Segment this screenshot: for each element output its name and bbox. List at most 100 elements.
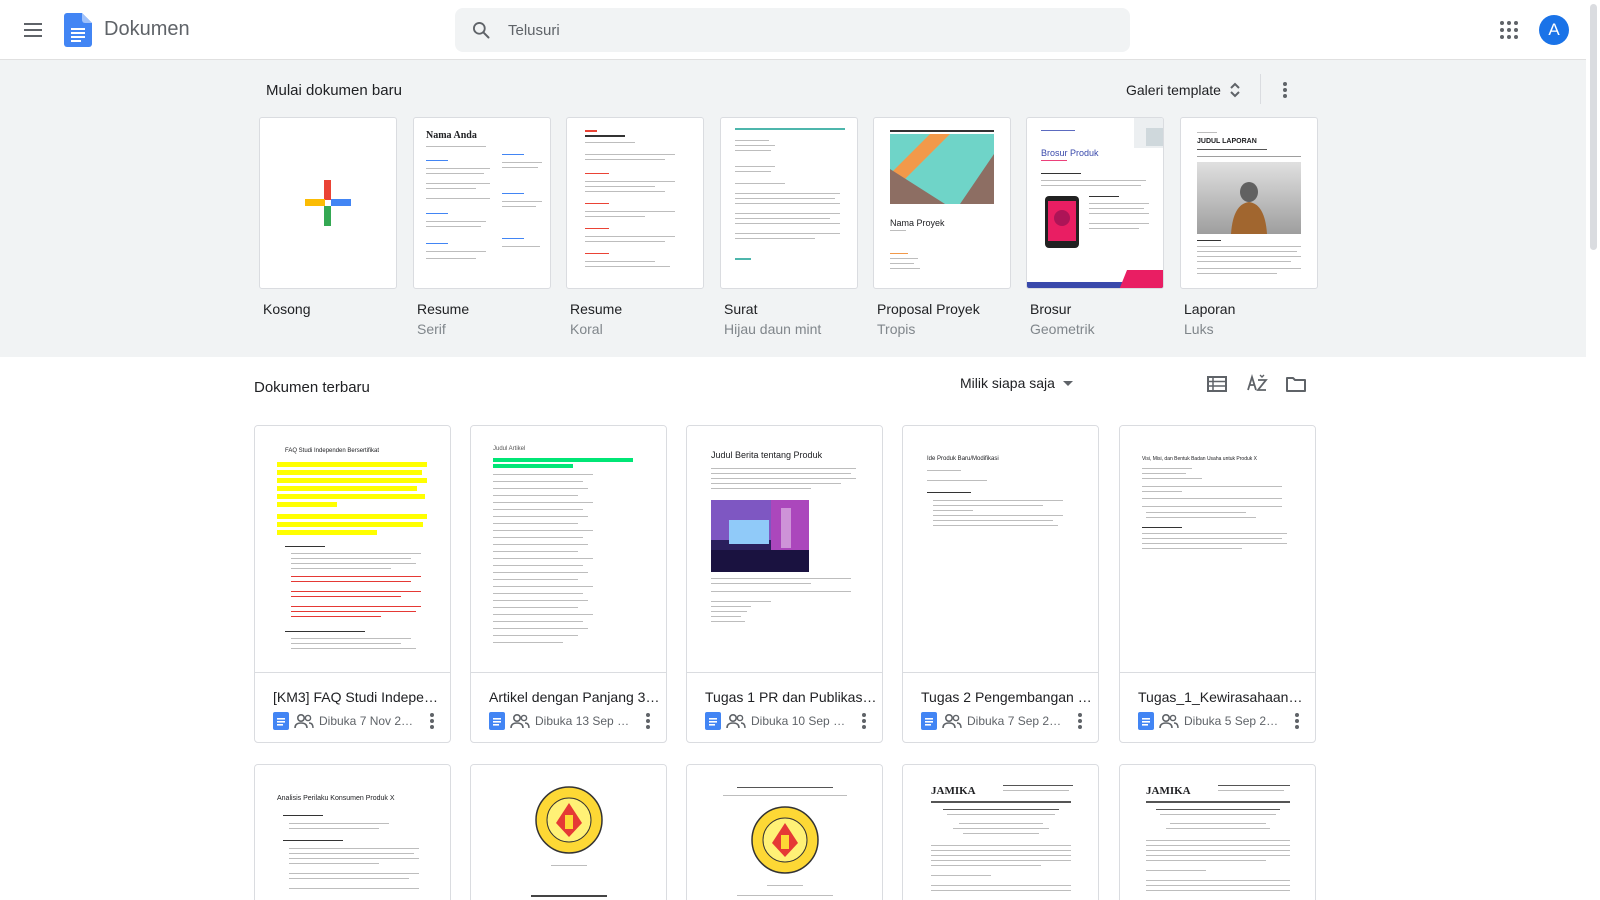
- template-gallery-button[interactable]: Galeri template: [1118, 74, 1249, 106]
- doc-preview-title: Analisis Perilaku Konsumen Produk X: [277, 795, 395, 802]
- scrollbar-thumb[interactable]: [1590, 4, 1597, 250]
- phone-image: [1045, 196, 1079, 248]
- search-input[interactable]: [508, 18, 1088, 42]
- doc-more-options-icon[interactable]: [1068, 709, 1092, 733]
- geometric-footer-graphic: [1027, 270, 1163, 288]
- template-preview-title: Nama Proyek: [890, 218, 945, 228]
- menu-icon[interactable]: [21, 18, 45, 42]
- template-subtitle: Serif: [417, 321, 446, 337]
- recent-doc-card[interactable]: Analisis Perilaku Konsumen Produk X: [254, 764, 451, 900]
- template-gallery-section: Mulai dokumen baru Galeri template Koson…: [0, 60, 1586, 357]
- recent-doc-card[interactable]: JAMIKA: [1119, 764, 1316, 900]
- template-thumbnail[interactable]: Nama Proyek: [873, 117, 1011, 289]
- doc-more-options-icon[interactable]: [420, 709, 444, 733]
- template-name: Surat: [724, 301, 758, 317]
- doc-thumbnail[interactable]: Analisis Perilaku Konsumen Produk X: [255, 765, 450, 900]
- doc-name[interactable]: Tugas 2 Pengembangan Produk: [921, 689, 1093, 705]
- plus-icon: [305, 180, 351, 226]
- tropical-cover-graphic: [890, 134, 994, 204]
- doc-opened-date: Dibuka 5 Sep 2022: [1184, 714, 1284, 728]
- folder-icon[interactable]: [1284, 372, 1308, 396]
- owner-filter-dropdown[interactable]: Milik siapa saja: [960, 375, 1073, 391]
- doc-thumbnail[interactable]: Judul Artikel: [471, 426, 666, 673]
- template-subtitle: Tropis: [877, 321, 916, 337]
- doc-more-options-icon[interactable]: [636, 709, 660, 733]
- doc-preview-title: FAQ Studi Independen Bersertifikat: [285, 448, 380, 454]
- template-thumbnail[interactable]: [566, 117, 704, 289]
- recent-doc-card[interactable]: JAMIKA: [902, 764, 1099, 900]
- template-thumbnail[interactable]: JUDUL LAPORAN: [1180, 117, 1318, 289]
- shared-people-icon: [942, 713, 962, 729]
- doc-preview-title: JAMIKA: [931, 785, 976, 797]
- template-name: Brosur: [1030, 301, 1072, 317]
- docs-file-icon: [705, 712, 721, 730]
- search-bar[interactable]: [455, 8, 1130, 52]
- recent-doc-card[interactable]: Judul Artikel Artikel dengan Panjang 300…: [470, 425, 667, 743]
- template-thumbnail[interactable]: Brosur Produk: [1026, 117, 1164, 289]
- template-preview-title: Nama Anda: [426, 130, 477, 141]
- template-more-options-icon[interactable]: [1273, 78, 1297, 102]
- template-subtitle: Koral: [570, 321, 603, 337]
- template-thumbnail[interactable]: [720, 117, 858, 289]
- doc-preview-title: Ide Produk Baru/Modifikasi: [927, 456, 999, 462]
- search-icon[interactable]: [471, 20, 491, 40]
- doc-thumbnail[interactable]: FAQ Studi Independen Bersertifikat: [255, 426, 450, 673]
- doc-name[interactable]: Artikel dengan Panjang 300 kata: [489, 689, 661, 705]
- template-preview-title: JUDUL LAPORAN: [1197, 138, 1257, 145]
- template-name: Resume: [417, 301, 470, 317]
- sort-az-icon[interactable]: [1245, 372, 1269, 396]
- divider: [1260, 74, 1261, 104]
- template-subtitle: Hijau daun mint: [724, 321, 822, 337]
- docs-file-icon: [273, 712, 289, 730]
- template-subtitle: Luks: [1184, 321, 1214, 337]
- template-gallery-label: Galeri template: [1126, 82, 1221, 98]
- owner-filter-label: Milik siapa saja: [960, 375, 1055, 391]
- doc-thumbnail[interactable]: Ide Produk Baru/Modifikasi: [903, 426, 1098, 673]
- app-title[interactable]: Dokumen: [104, 18, 190, 41]
- doc-thumbnail[interactable]: Visi, Misi, dan Bentuk Badan Usaha untuk…: [1120, 426, 1315, 673]
- report-photo: [1197, 162, 1301, 234]
- doc-meta: Dibuka 13 Sep 2022: [489, 711, 635, 731]
- docs-logo-icon[interactable]: [64, 13, 92, 47]
- recent-doc-card[interactable]: [686, 764, 883, 900]
- template-letter-mint[interactable]: Surat Hijau daun mint: [720, 117, 858, 337]
- doc-preview-title: Judul Artikel: [493, 446, 526, 452]
- template-thumbnail[interactable]: [259, 117, 397, 289]
- shared-people-icon: [510, 713, 530, 729]
- doc-name[interactable]: Tugas 1 PR dan Publikasi Produk: [705, 689, 877, 705]
- docs-file-icon: [489, 712, 505, 730]
- docs-file-icon: [921, 712, 937, 730]
- geometric-corner-graphic: [1134, 118, 1163, 148]
- apps-grid-icon[interactable]: [1499, 20, 1519, 40]
- doc-thumbnail[interactable]: JAMIKA: [903, 765, 1098, 900]
- doc-preview-title: Judul Berita tentang Produk: [711, 450, 823, 460]
- template-project-proposal[interactable]: Nama Proyek Proposal Proyek Tropis: [873, 117, 1011, 337]
- expand-collapse-icon: [1230, 82, 1240, 98]
- doc-opened-date: Dibuka 10 Sep 2022: [751, 714, 851, 728]
- recent-doc-card[interactable]: Ide Produk Baru/Modifikasi Tugas 2 Penge…: [902, 425, 1099, 743]
- account-avatar[interactable]: A: [1539, 15, 1569, 45]
- template-resume-serif[interactable]: Nama Anda Resume Serif: [413, 117, 551, 337]
- list-view-icon[interactable]: [1205, 372, 1229, 396]
- recent-doc-card[interactable]: Visi, Misi, dan Bentuk Badan Usaha untuk…: [1119, 425, 1316, 743]
- template-resume-coral[interactable]: Resume Koral: [566, 117, 704, 337]
- doc-thumbnail[interactable]: JAMIKA: [1120, 765, 1315, 900]
- doc-more-options-icon[interactable]: [852, 709, 876, 733]
- recent-doc-card[interactable]: [470, 764, 667, 900]
- doc-more-options-icon[interactable]: [1285, 709, 1309, 733]
- doc-name[interactable]: [KM3] FAQ Studi Independen Bersertifikat: [273, 689, 445, 705]
- template-name: Resume: [570, 301, 623, 317]
- docs-file-icon: [1138, 712, 1154, 730]
- doc-thumbnail[interactable]: Judul Berita tentang Produk: [687, 426, 882, 673]
- doc-name[interactable]: Tugas_1_Kewirasahaan_digital: [1138, 689, 1310, 705]
- recent-doc-card[interactable]: Judul Berita tentang Produk Tugas 1 PR d…: [686, 425, 883, 743]
- template-blank[interactable]: Kosong: [259, 117, 397, 321]
- doc-thumbnail[interactable]: [471, 765, 666, 900]
- template-report-luxe[interactable]: JUDUL LAPORAN Laporan Luks: [1180, 117, 1318, 337]
- doc-meta: Dibuka 10 Sep 2022: [705, 711, 851, 731]
- template-name: Proposal Proyek: [877, 301, 980, 317]
- doc-thumbnail[interactable]: [687, 765, 882, 900]
- recent-doc-card[interactable]: FAQ Studi Independen Bersertifikat [KM3]…: [254, 425, 451, 743]
- template-thumbnail[interactable]: Nama Anda: [413, 117, 551, 289]
- template-brochure-geometric[interactable]: Brosur Produk Brosur Geometrik: [1026, 117, 1164, 337]
